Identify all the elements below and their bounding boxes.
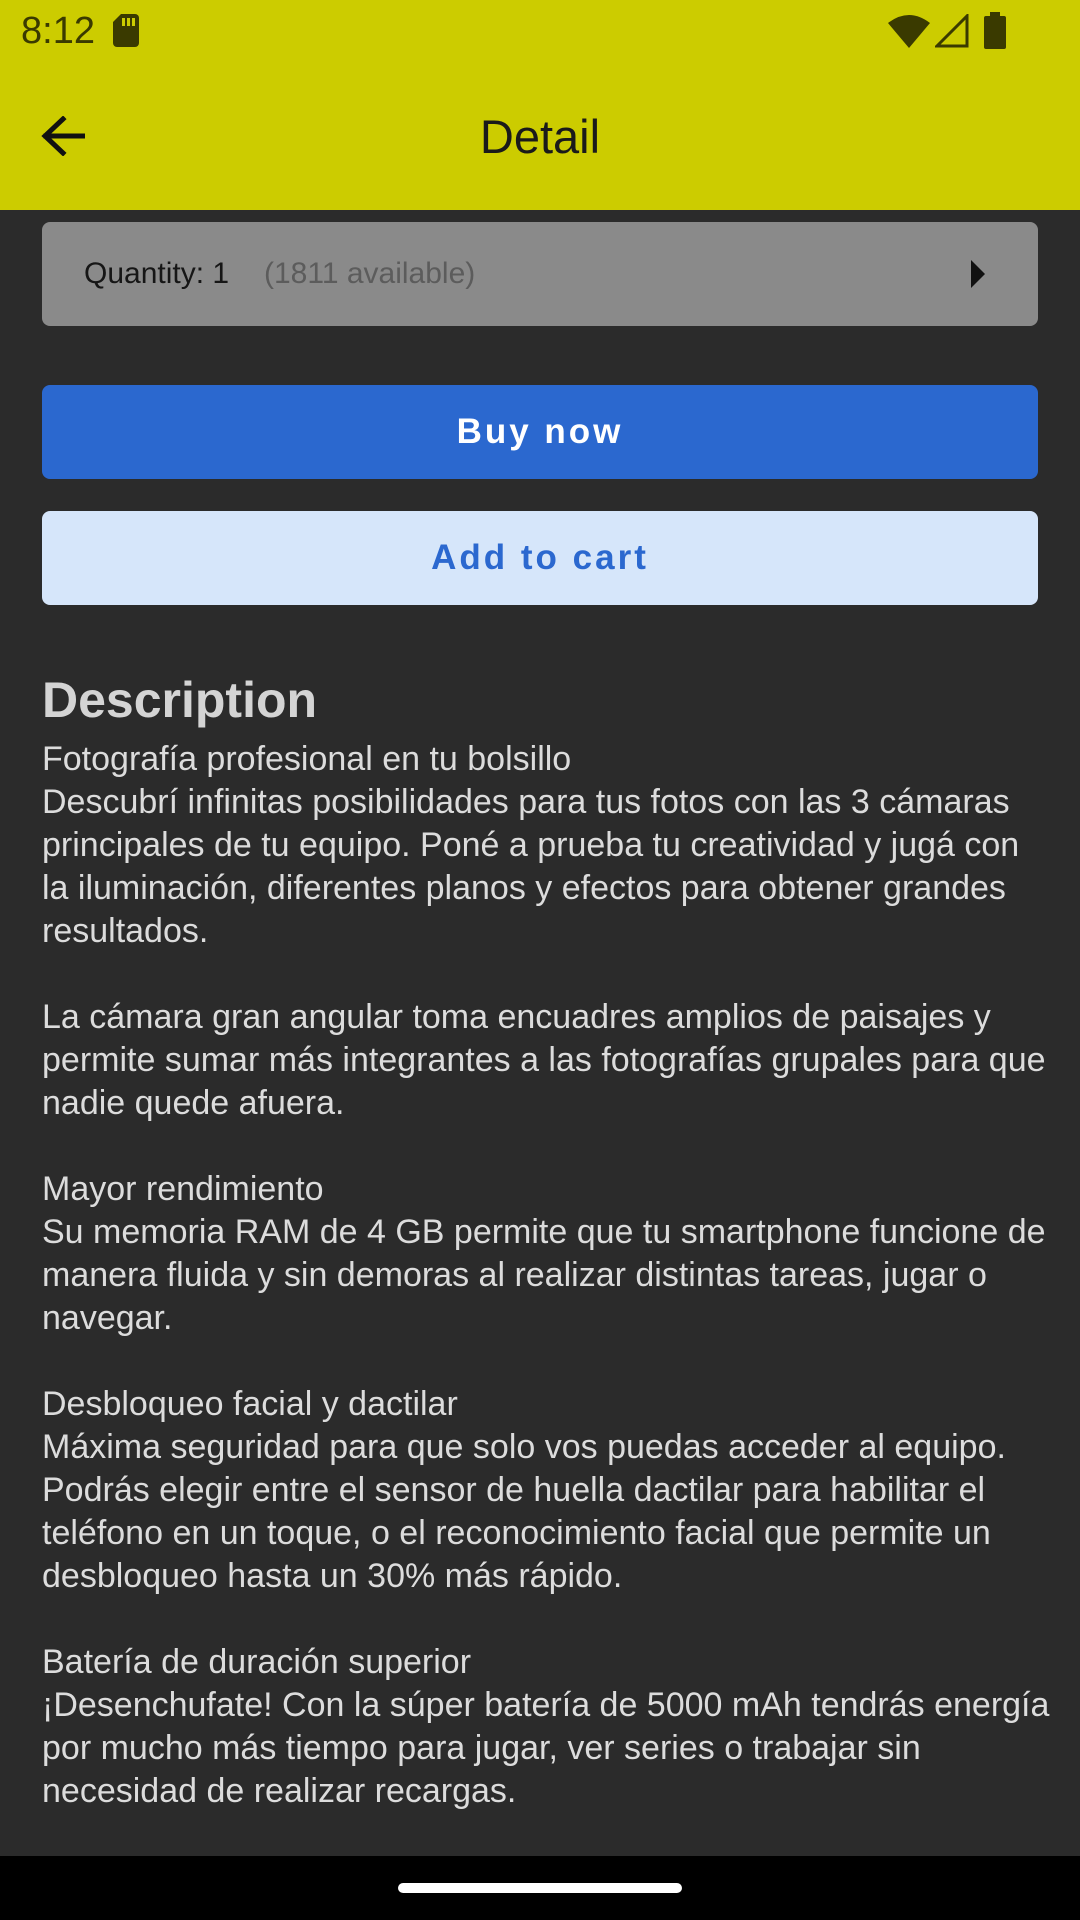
status-bar: 8:12 [0, 0, 1080, 63]
buy-now-button[interactable]: Buy now [42, 385, 1038, 479]
chevron-right-icon [971, 260, 985, 288]
signal-icon [935, 14, 969, 48]
description-heading: Description [42, 672, 318, 728]
description-text: Fotografía profesional en tu bolsillo De… [42, 740, 1050, 1810]
sd-card-icon [113, 14, 139, 47]
app-bar: Detail [0, 63, 1080, 210]
status-time: 8:12 [21, 10, 95, 52]
page-title: Detail [479, 110, 601, 163]
battery-icon [984, 12, 1006, 49]
quantity-selector[interactable]: Quantity: 1 (1811 available) [42, 222, 1038, 326]
add-to-cart-button[interactable]: Add to cart [42, 511, 1038, 605]
navigation-bar [0, 1856, 1080, 1920]
detail-screen: 8:12 Detail Quantity: 1 (1811 available) [0, 0, 1080, 1920]
wifi-icon [888, 15, 930, 48]
home-indicator[interactable] [398, 1883, 682, 1893]
available-stock-label: (1811 available) [264, 257, 476, 290]
quantity-label: Quantity: 1 [84, 257, 230, 290]
